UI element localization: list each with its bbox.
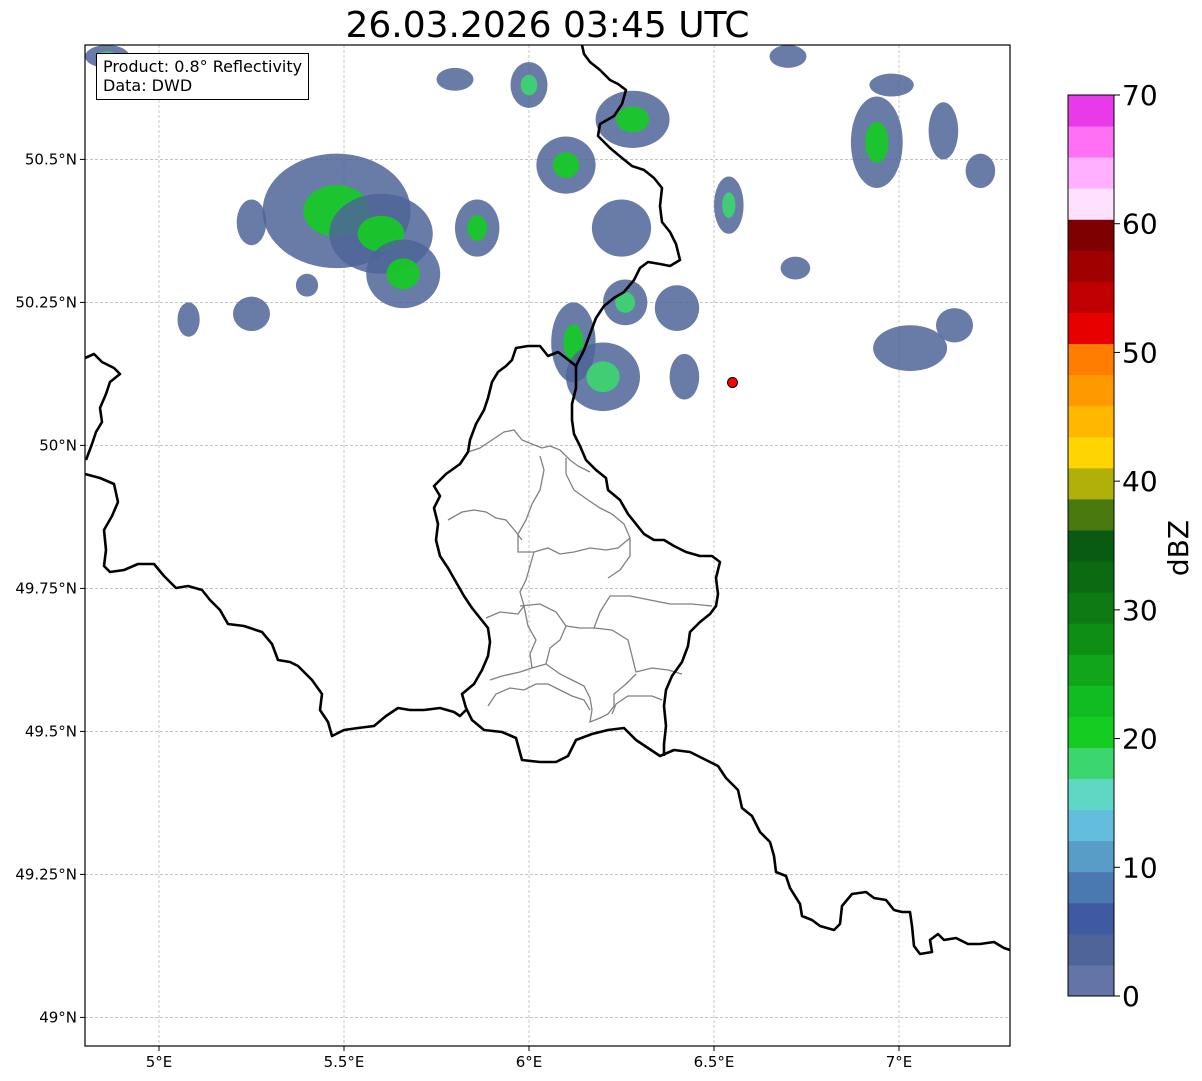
colorbar-segment — [1068, 250, 1114, 282]
echo-cell — [873, 325, 948, 372]
lon-tick-label: 6°E — [516, 1053, 543, 1071]
colorbar-segment — [1068, 685, 1114, 717]
colorbar-segment — [1068, 933, 1114, 966]
echo-cell — [295, 273, 319, 297]
colorbar-tick-labels: 70 60 50 40 30 20 10 0 — [1114, 79, 1158, 1013]
colorbar-segment — [1068, 436, 1114, 469]
colorbar-segment — [1068, 343, 1114, 376]
colorbar-segment — [1068, 716, 1114, 748]
colorbar-segment — [1068, 312, 1114, 345]
lat-tick-label: 49.25°N — [15, 865, 77, 883]
echo-cell — [236, 199, 267, 246]
radar-map-figure: 50.5°N 50.25°N 50°N 49.75°N 49.5°N 49.25°N 49°… — [15, 44, 1195, 1071]
colorbar-segment — [1068, 654, 1114, 686]
echo-cell — [769, 45, 807, 68]
echo-cell — [177, 302, 200, 337]
echo-cell — [869, 73, 914, 97]
colorbar-segment — [1068, 840, 1114, 873]
colorbar-tick-label: 20 — [1122, 723, 1158, 756]
latitude-labels: 50.5°N 50.25°N 50°N 49.75°N 49.5°N 49.25°N 49°… — [15, 150, 77, 1026]
colorbar-segment — [1068, 529, 1114, 562]
echo-core — [586, 361, 620, 393]
colorbar-segment — [1068, 747, 1114, 780]
lon-tick-label: 6.5°E — [694, 1053, 735, 1071]
echo-core — [386, 258, 420, 290]
colorbar-segment — [1068, 467, 1114, 500]
echo-cell — [936, 308, 973, 343]
colorbar-segment — [1068, 188, 1114, 220]
colorbar-segment — [1068, 374, 1114, 407]
echo-cell — [436, 67, 474, 91]
colorbar-tick-label: 0 — [1122, 980, 1140, 1013]
colorbar-segment — [1068, 809, 1114, 842]
data-source-text: Data: DWD — [103, 76, 193, 95]
colorbar-tick-label: 10 — [1122, 851, 1158, 884]
colorbar-segment — [1068, 498, 1114, 531]
lon-tick-label: 5°E — [146, 1053, 173, 1071]
colorbar-tick-label: 50 — [1122, 336, 1158, 369]
colorbar-tick-label: 30 — [1122, 594, 1158, 627]
colorbar-segment — [1068, 778, 1114, 811]
product-text: Product: 0.8° Reflectivity — [103, 57, 303, 76]
echo-cell — [928, 102, 959, 160]
info-box: Product: 0.8° Reflectivity Data: DWD — [96, 53, 310, 100]
lat-tick-label: 49.75°N — [15, 579, 77, 597]
echo-core — [467, 215, 488, 241]
colorbar-tick-label: 40 — [1122, 465, 1158, 498]
colorbar-tick-label: 70 — [1122, 79, 1158, 112]
colorbar-segment — [1068, 871, 1114, 904]
echo-cell — [965, 153, 996, 188]
lat-tick-label: 49°N — [39, 1008, 77, 1026]
radar-site-marker[interactable] — [727, 376, 738, 388]
colorbar-segment — [1068, 561, 1114, 593]
echo-core — [520, 74, 538, 96]
echo-cell — [780, 256, 811, 280]
colorbar-segment — [1068, 95, 1114, 127]
lat-tick-label: 50°N — [39, 436, 77, 454]
colorbar-segment — [1068, 623, 1114, 655]
echo-core — [722, 192, 736, 219]
colorbar — [1068, 95, 1114, 997]
colorbar-segment — [1068, 219, 1114, 251]
colorbar-segment — [1068, 592, 1114, 624]
lat-tick-label: 50.5°N — [25, 150, 77, 168]
lon-tick-label: 5.5°E — [324, 1053, 365, 1071]
colorbar-segment — [1068, 964, 1114, 997]
echo-core — [865, 121, 889, 163]
lat-tick-label: 49.5°N — [25, 722, 77, 740]
echo-core — [615, 106, 650, 133]
colorbar-segment — [1068, 126, 1114, 158]
colorbar-segment — [1068, 902, 1114, 935]
echo-cell — [591, 199, 652, 257]
colorbar-segment — [1068, 405, 1114, 438]
lat-tick-label: 50.25°N — [15, 293, 77, 311]
echo-cell — [654, 285, 700, 331]
echo-cell — [669, 353, 700, 400]
echo-cell — [233, 296, 270, 331]
longitude-labels: 5°E 5.5°E 6°E 6.5°E 7°E — [146, 1053, 913, 1071]
colorbar-tick-label: 60 — [1122, 208, 1158, 241]
lon-tick-label: 7°E — [886, 1053, 913, 1071]
colorbar-segment — [1068, 281, 1114, 313]
colorbar-label: dBZ — [1162, 520, 1195, 576]
echo-core — [552, 152, 580, 178]
colorbar-segment — [1068, 157, 1114, 189]
